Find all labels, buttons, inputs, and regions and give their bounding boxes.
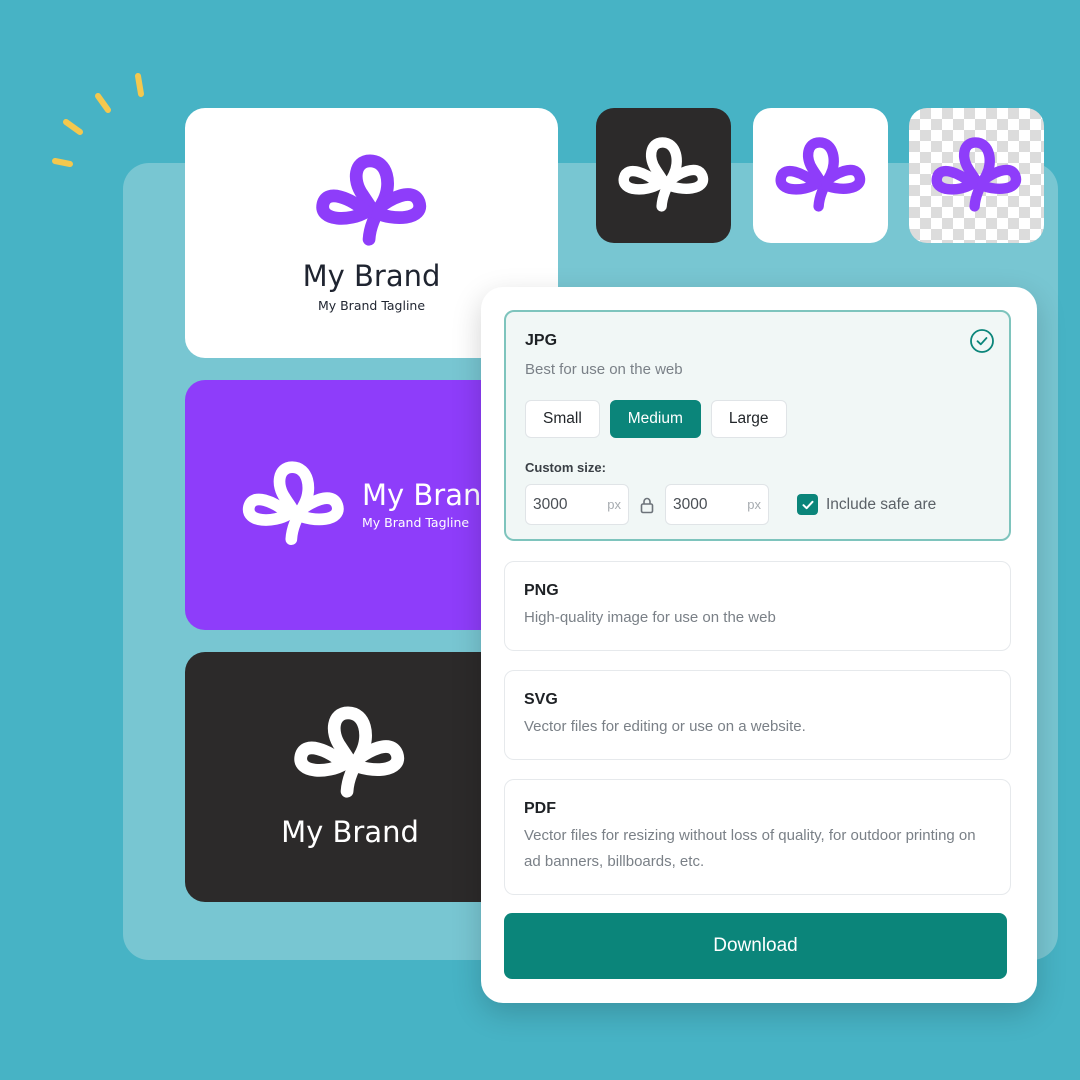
logo-swatch-dark[interactable] (596, 108, 731, 243)
unit-label: px (607, 497, 621, 512)
size-options: Small Medium Large (525, 400, 1009, 438)
sparkle-decoration (52, 73, 144, 167)
format-title: SVG (524, 691, 558, 708)
checkbox-checked-icon (797, 494, 818, 515)
brand-text-group: My Bran My Brand Tagline (362, 477, 482, 531)
brand-name: My Brand (281, 815, 419, 850)
format-description: Vector files for editing or use on a web… (524, 718, 806, 735)
logo-icon (313, 153, 431, 251)
custom-size-row: 3000 px 3000 px Include safe are (525, 484, 1009, 525)
height-input[interactable]: 3000 px (665, 484, 769, 525)
unit-label: px (747, 497, 761, 512)
brand-tagline: My Brand Tagline (317, 298, 426, 314)
logo-swatch-transparent[interactable] (909, 108, 1044, 243)
size-medium-button[interactable]: Medium (609, 400, 701, 438)
format-title: PDF (524, 800, 556, 817)
brand-name: My Brand (302, 258, 441, 293)
format-description: Best for use on the web (525, 361, 683, 378)
format-title: PNG (524, 582, 559, 599)
width-input[interactable]: 3000 px (525, 484, 629, 525)
format-option-pdf[interactable]: PDF Vector files for resizing without lo… (504, 779, 1011, 895)
brand-tagline: My Brand Tagline (362, 515, 470, 531)
size-large-button[interactable]: Large (710, 400, 787, 438)
custom-size-label: Custom size: (525, 460, 606, 475)
logo-icon (773, 136, 869, 216)
size-small-button[interactable]: Small (525, 400, 600, 438)
format-option-jpg[interactable]: JPG Best for use on the web Small Medium… (504, 310, 1011, 541)
format-description: Vector files for resizing without loss o… (524, 827, 976, 870)
download-panel: JPG Best for use on the web Small Medium… (481, 287, 1037, 1003)
format-option-svg[interactable]: SVG Vector files for editing or use on a… (504, 670, 1011, 760)
safe-area-label: Include safe are (826, 495, 937, 513)
format-option-png[interactable]: PNG High-quality image for use on the we… (504, 561, 1011, 651)
logo-icon (240, 460, 348, 550)
brand-card-dark[interactable]: My Brand (185, 652, 515, 902)
download-button[interactable]: Download (504, 913, 1007, 979)
format-title: JPG (525, 332, 558, 349)
logo-icon (291, 705, 409, 803)
lock-icon[interactable] (629, 496, 665, 514)
format-description: High-quality image for use on the web (524, 609, 776, 626)
logo-icon (616, 136, 712, 216)
logo-icon (929, 136, 1025, 216)
logo-swatch-white[interactable] (753, 108, 888, 243)
height-value: 3000 (673, 495, 708, 513)
brand-card-purple[interactable]: My Bran My Brand Tagline (185, 380, 515, 630)
width-value: 3000 (533, 495, 568, 513)
check-circle-icon (970, 329, 994, 353)
brand-name: My Bran (362, 477, 482, 512)
include-safe-area-checkbox[interactable]: Include safe are (797, 494, 936, 515)
